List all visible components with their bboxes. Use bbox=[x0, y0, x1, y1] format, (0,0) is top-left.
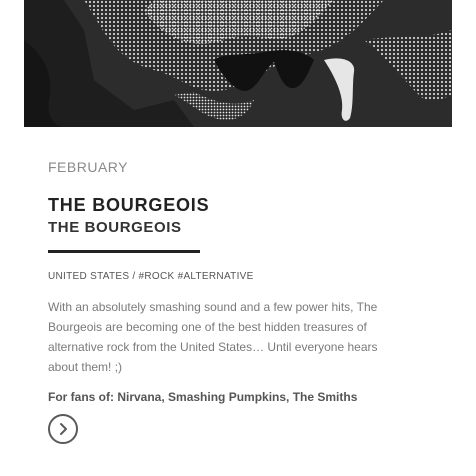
fans-of-text: For fans of: Nirvana, Smashing Pumpkins,… bbox=[48, 390, 358, 404]
event-month: FEBRUARY bbox=[48, 159, 128, 175]
title-divider bbox=[48, 250, 200, 253]
band-title[interactable]: THE BOURGEOIS bbox=[48, 194, 408, 216]
more-info-button[interactable] bbox=[48, 414, 78, 444]
band-details: FEBRUARY THE BOURGEOIS THE BOURGEOIS UNI… bbox=[48, 150, 408, 405]
band-photo-image bbox=[24, 0, 452, 127]
band-photo bbox=[24, 0, 452, 127]
band-subtitle: THE BOURGEOIS bbox=[48, 219, 182, 236]
band-tags: UNITED STATES / #ROCK #ALTERNATIVE bbox=[48, 271, 254, 282]
chevron-right-icon bbox=[60, 423, 67, 435]
band-description: With an absolutely smashing sound and a … bbox=[48, 300, 378, 374]
band-card: FEBRUARY THE BOURGEOIS THE BOURGEOIS UNI… bbox=[0, 0, 476, 476]
